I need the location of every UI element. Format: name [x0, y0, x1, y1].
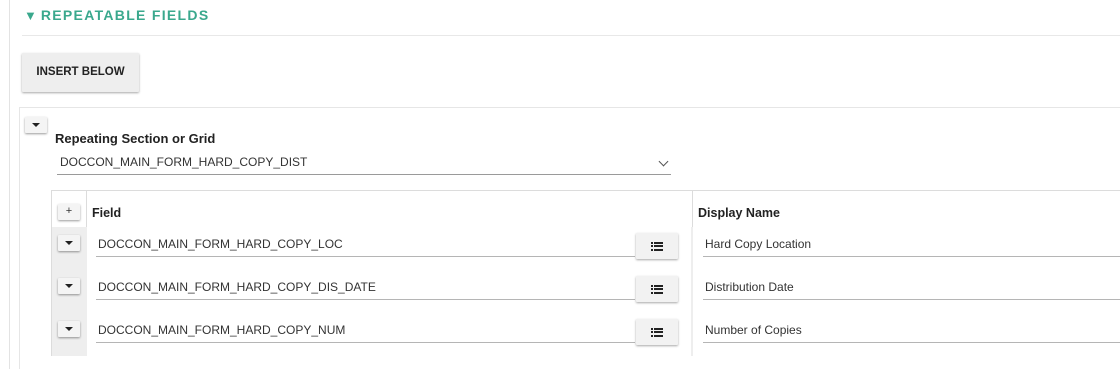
display-name-input[interactable] — [703, 317, 1120, 343]
display-name-cell — [693, 313, 1120, 356]
display-name-input[interactable] — [703, 231, 1120, 257]
left-border — [9, 0, 10, 369]
section-title: REPEATABLE FIELDS — [40, 7, 210, 23]
grid-header: + Field Display Name — [51, 190, 1120, 228]
section-header[interactable]: ▼ REPEATABLE FIELDS — [24, 7, 209, 23]
display-name-column-header: Display Name — [698, 206, 780, 220]
grid-row — [51, 270, 1120, 313]
field-input[interactable] — [96, 231, 635, 257]
section-collapse-icon[interactable]: ▼ — [24, 8, 37, 23]
list-icon — [651, 327, 663, 337]
panel-collapse-button[interactable] — [25, 117, 47, 133]
chevron-down-icon — [658, 156, 669, 167]
grid-row — [51, 227, 1120, 270]
insert-below-button[interactable]: INSERT BELOW — [22, 53, 139, 92]
column-divider — [692, 191, 693, 228]
row-menu-button[interactable] — [58, 235, 80, 251]
grid-row — [51, 313, 1120, 356]
caret-down-icon — [65, 241, 73, 245]
row-gutter — [52, 313, 86, 356]
row-gutter — [52, 270, 86, 313]
display-name-cell — [693, 227, 1120, 270]
repeating-section-select-value: DOCCON_MAIN_FORM_HARD_COPY_DIST — [60, 155, 308, 169]
fields-grid: + Field Display Name — [51, 190, 1120, 357]
row-menu-button[interactable] — [58, 278, 80, 294]
display-name-cell — [693, 270, 1120, 313]
list-icon — [651, 284, 663, 294]
field-picker-button[interactable] — [636, 233, 678, 259]
field-input[interactable] — [96, 274, 635, 300]
row-gutter — [52, 227, 86, 270]
field-input[interactable] — [96, 317, 635, 343]
field-picker-button[interactable] — [636, 276, 678, 302]
row-menu-button[interactable] — [58, 321, 80, 337]
list-icon — [651, 241, 663, 251]
add-row-button[interactable]: + — [58, 204, 80, 220]
field-cell — [87, 227, 691, 270]
field-column-header: Field — [92, 206, 122, 220]
column-divider — [86, 191, 87, 228]
caret-down-icon — [32, 123, 40, 127]
field-cell — [87, 270, 691, 313]
header-divider — [22, 35, 1120, 36]
repeating-section-select[interactable]: DOCCON_MAIN_FORM_HARD_COPY_DIST — [57, 150, 671, 175]
caret-down-icon — [65, 327, 73, 331]
repeating-section-label: Repeating Section or Grid — [55, 131, 216, 146]
caret-down-icon — [65, 284, 73, 288]
field-picker-button[interactable] — [636, 319, 678, 345]
field-cell — [87, 313, 691, 356]
repeatable-fields-page: ▼ REPEATABLE FIELDS INSERT BELOW Repeati… — [0, 0, 1120, 369]
display-name-input[interactable] — [703, 274, 1120, 300]
